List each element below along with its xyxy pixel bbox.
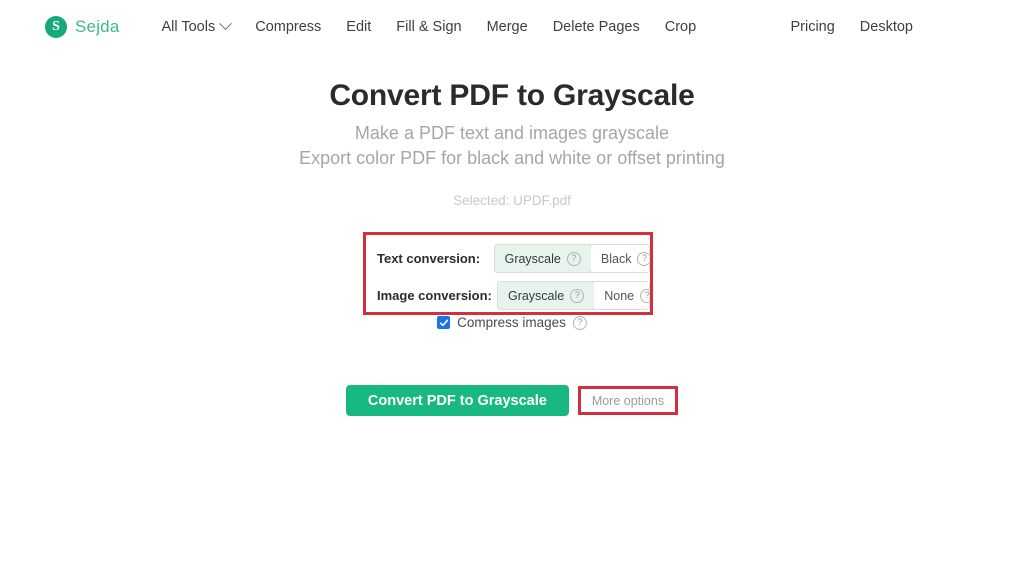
help-icon[interactable]: ? <box>572 315 587 330</box>
selected-file-label: Selected: UPDF.pdf <box>453 193 571 208</box>
nav-item-merge[interactable]: Merge <box>487 19 528 35</box>
text-conversion-toggle-group: Grayscale ? Black ? <box>493 244 650 273</box>
more-options-button[interactable]: More options <box>580 389 676 412</box>
sejda-logo-text: Sejda <box>75 16 120 36</box>
image-conversion-label: Image conversion: <box>377 288 492 303</box>
nav-item-compress[interactable]: Compress <box>255 19 321 35</box>
nav-item-edit[interactable]: Edit <box>346 19 371 35</box>
text-conversion-row: Text conversion: Grayscale ? Black ? <box>377 242 650 275</box>
help-icon[interactable]: ? <box>637 251 649 266</box>
secondary-nav-links: Pricing Desktop <box>790 19 913 35</box>
nav-item-all-tools-label: All Tools <box>161 18 216 35</box>
more-options-highlight-box: More options <box>577 386 679 415</box>
compress-images-label: Compress images <box>457 315 566 330</box>
help-icon[interactable]: ? <box>570 288 585 303</box>
sejda-logo-icon: S <box>45 15 67 38</box>
action-row: Convert PDF to Grayscale More options <box>0 385 1024 416</box>
nav-item-all-tools[interactable]: All Tools <box>161 17 233 35</box>
compress-images-checkbox[interactable] <box>437 316 451 329</box>
image-conversion-row: Image conversion: Grayscale ? None ? <box>377 279 650 312</box>
help-icon[interactable]: ? <box>640 288 649 303</box>
image-conversion-option-grayscale[interactable]: Grayscale ? <box>497 282 596 309</box>
nav-item-pricing[interactable]: Pricing <box>790 19 834 35</box>
hero-section: Convert PDF to Grayscale Make a PDF text… <box>0 76 1024 171</box>
page-title: Convert PDF to Grayscale <box>329 79 695 112</box>
image-conversion-toggle-group: Grayscale ? None ? <box>496 281 650 310</box>
text-conversion-option-black-label: Black <box>600 251 632 266</box>
primary-nav-links: All Tools Compress Edit Fill & Sign Merg… <box>161 17 696 35</box>
options-panel: Text conversion: Grayscale ? Black ? Ima… <box>366 235 650 312</box>
page-subtitle-line1: Make a PDF text and images grayscale <box>354 123 670 143</box>
image-conversion-option-none-label: None <box>604 288 635 303</box>
text-conversion-option-black[interactable]: Black ? <box>590 245 649 272</box>
options-panel-highlight-box: Text conversion: Grayscale ? Black ? Ima… <box>363 232 653 315</box>
page-subtitle-line2: Export color PDF for black and white or … <box>299 148 725 168</box>
chevron-down-icon <box>219 17 233 31</box>
text-conversion-option-grayscale-label: Grayscale <box>504 251 561 266</box>
nav-item-fill-and-sign[interactable]: Fill & Sign <box>396 19 461 35</box>
text-conversion-option-grayscale[interactable]: Grayscale ? <box>494 245 592 272</box>
image-conversion-option-none[interactable]: None ? <box>594 282 649 309</box>
sejda-logo[interactable]: S Sejda <box>45 15 120 38</box>
nav-item-delete-pages[interactable]: Delete Pages <box>553 19 640 35</box>
help-icon[interactable]: ? <box>566 251 581 266</box>
nav-item-desktop[interactable]: Desktop <box>860 19 913 35</box>
compress-images-row: Compress images ? <box>0 315 1024 330</box>
text-conversion-label: Text conversion: <box>377 251 481 266</box>
image-conversion-option-grayscale-label: Grayscale <box>507 288 565 303</box>
nav-item-crop[interactable]: Crop <box>665 19 696 35</box>
top-navigation-bar: S Sejda All Tools Compress Edit Fill & S… <box>0 0 1024 53</box>
convert-pdf-to-grayscale-button[interactable]: Convert PDF to Grayscale <box>345 385 569 416</box>
